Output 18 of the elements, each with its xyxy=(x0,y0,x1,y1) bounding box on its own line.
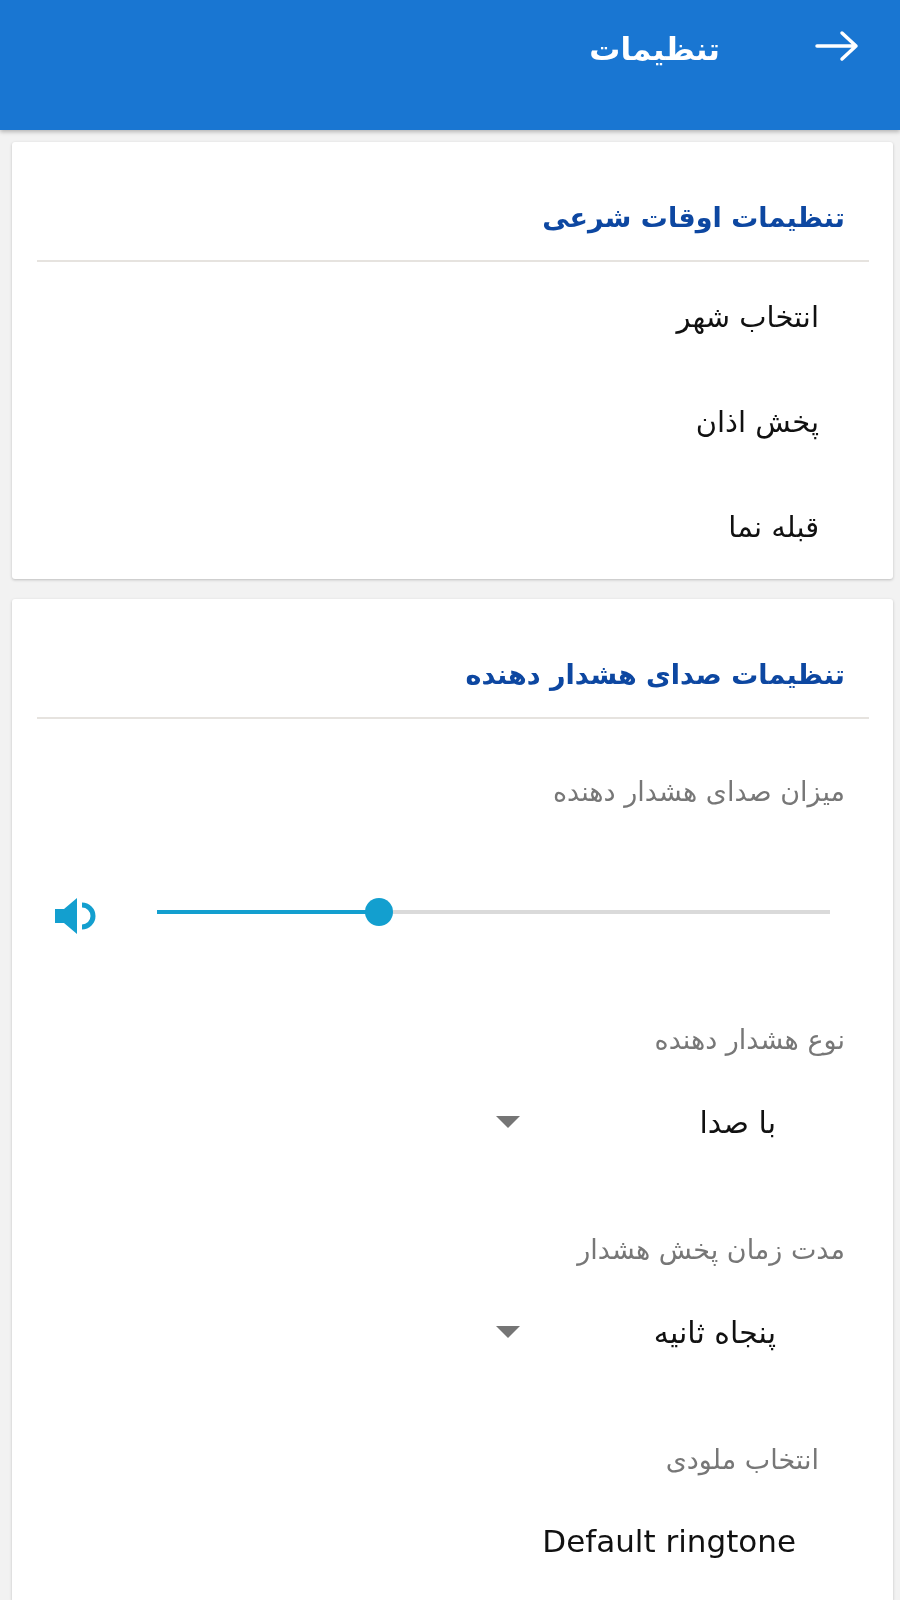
settings-item[interactable]: انتخاب شهر xyxy=(676,297,819,336)
section-title: تنظیمات اوقات شرعی xyxy=(542,201,845,236)
setting-label: نوع هشدار دهنده xyxy=(654,1023,845,1058)
setting-label: مدت زمان پخش هشدار xyxy=(577,1233,845,1268)
setting-value[interactable]: Default ringtone xyxy=(542,1522,796,1560)
setting-label: انتخاب ملودی xyxy=(665,1443,819,1478)
app-bar-title: تنظیمات xyxy=(589,30,720,69)
slider-thumb[interactable] xyxy=(365,898,394,926)
back-arrow-icon[interactable] xyxy=(814,29,860,63)
slider-track[interactable] xyxy=(157,910,830,914)
section-title: تنظیمات صدای هشدار دهنده xyxy=(465,658,845,693)
setting-label: میزان صدای هشدار دهنده xyxy=(552,775,845,810)
settings-item[interactable]: قبله نما xyxy=(728,507,819,546)
caret-icon xyxy=(496,1326,520,1338)
dropdown[interactable]: پنجاه ثانیه xyxy=(496,1308,776,1356)
caret-icon xyxy=(496,1116,520,1128)
dropdown[interactable]: با صدا xyxy=(496,1098,776,1146)
settings-item[interactable]: پخش اذان xyxy=(695,402,819,441)
